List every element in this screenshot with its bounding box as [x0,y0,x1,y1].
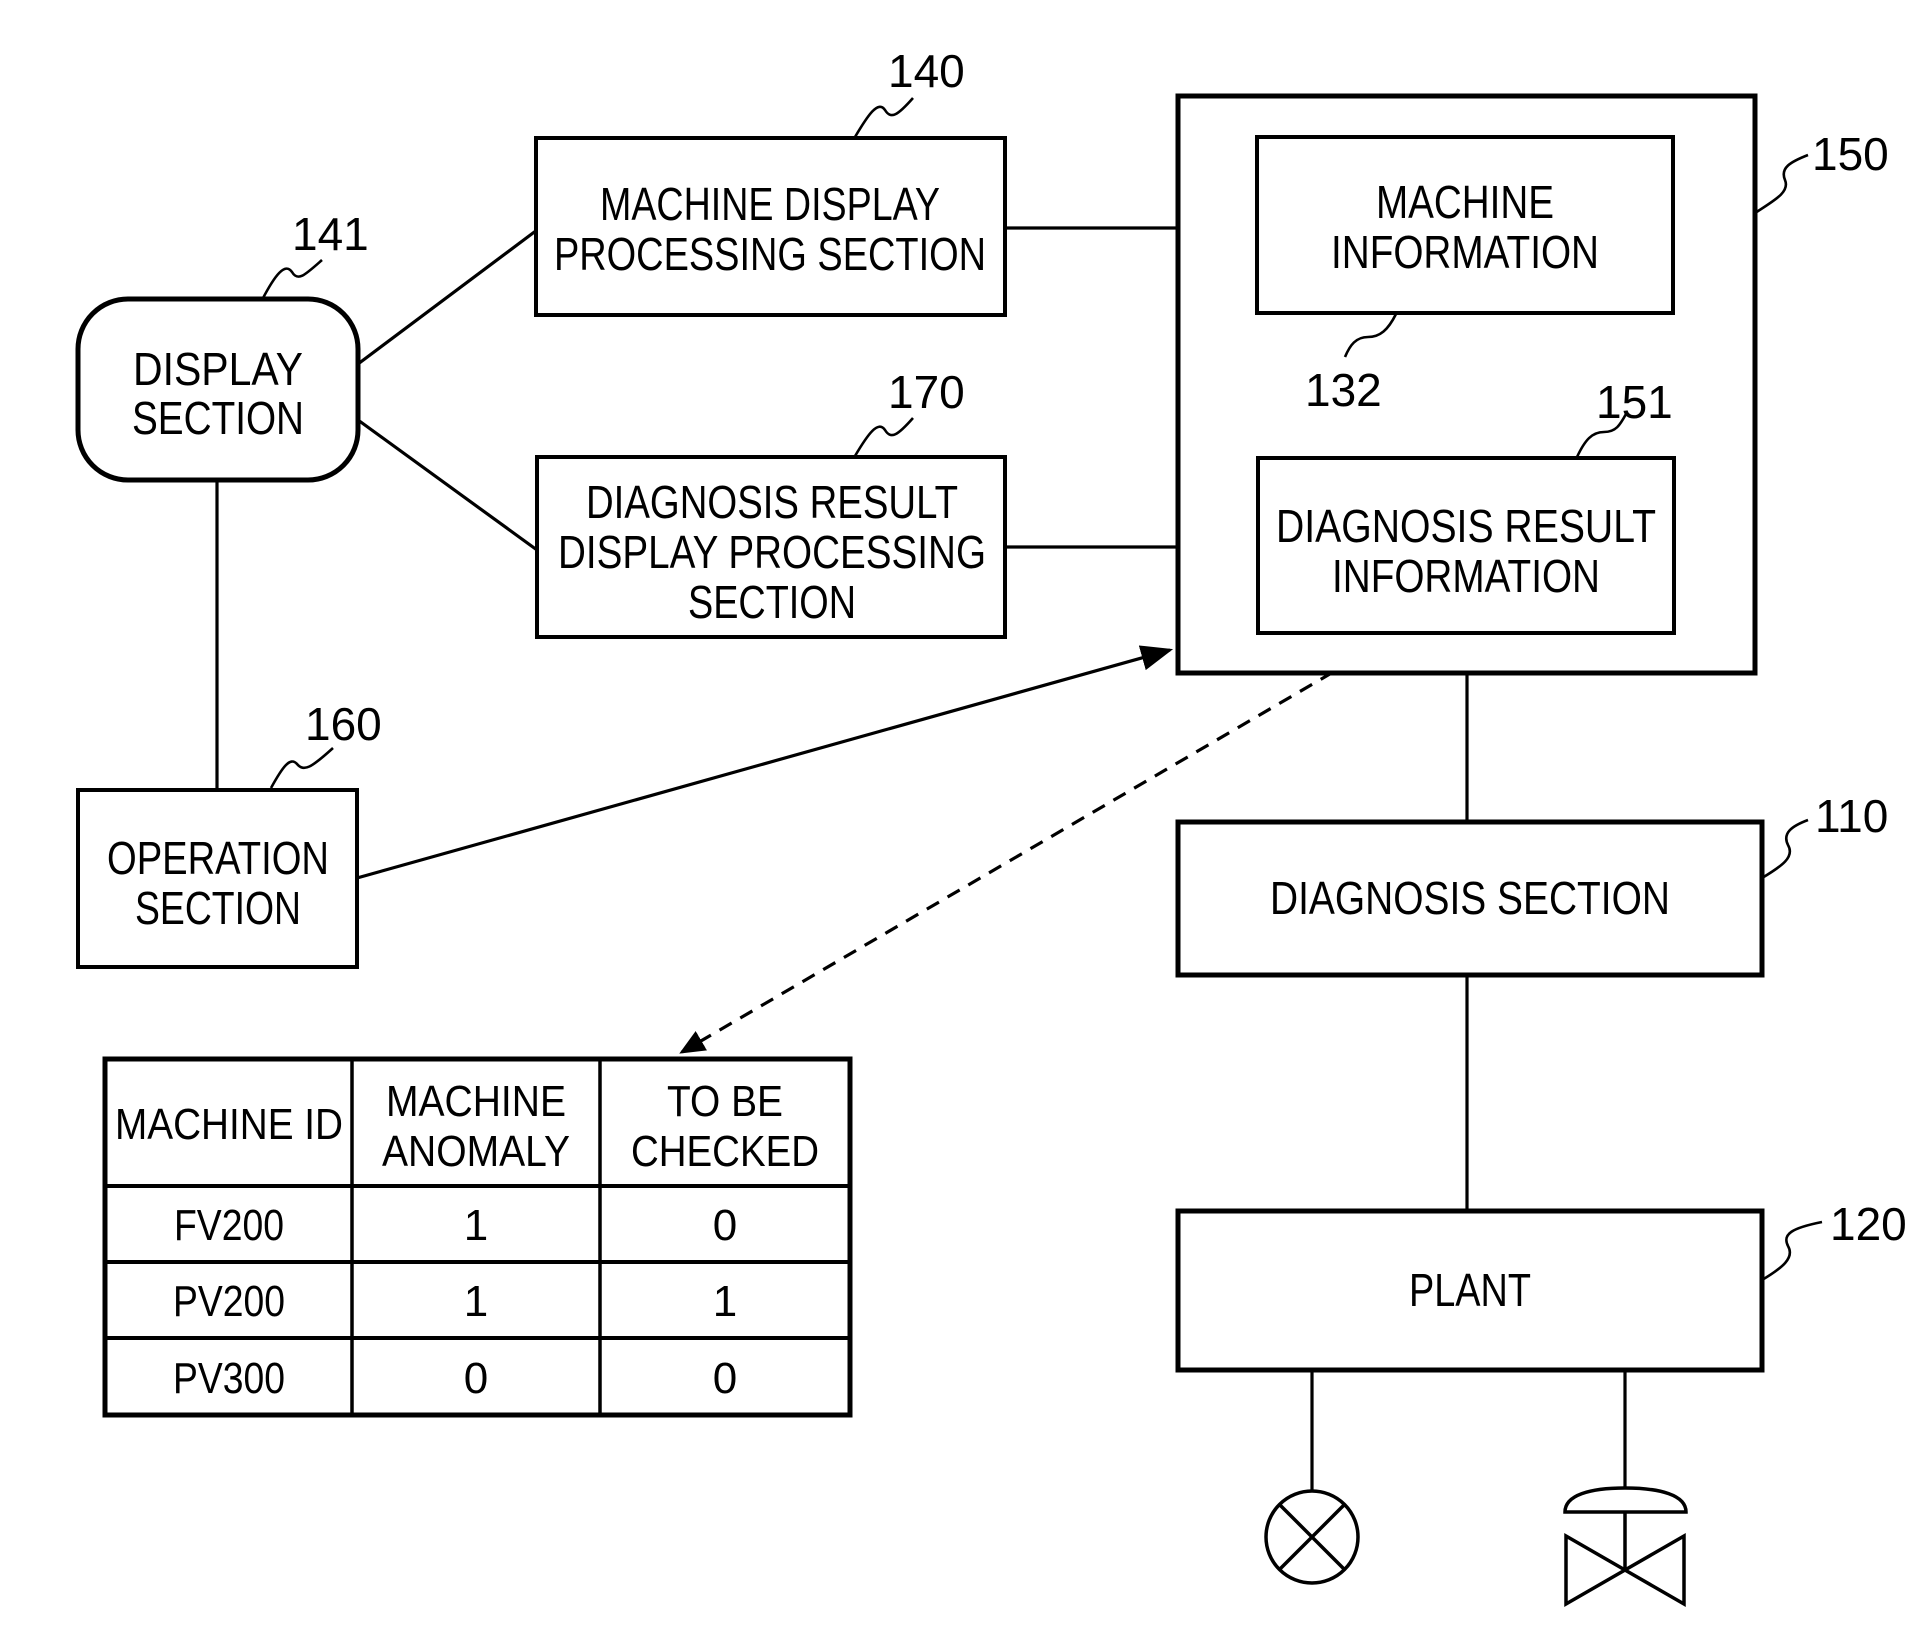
table-header-machine-id: MACHINE ID [115,1100,343,1149]
machine-display-processing-block: MACHINE DISPLAY PROCESSING SECTION 140 [534,45,1007,317]
ref-label-140: 140 [888,45,965,97]
connector-display-to-machine-display [357,228,538,366]
ref-label-151: 151 [1596,376,1673,428]
operation-section-block: OPERATION SECTION 160 [76,698,382,969]
machine-information-line1: MACHINE [1376,176,1554,228]
ref-leader-160 [269,747,334,789]
ref-leader-110 [1761,818,1809,880]
diag-display-processing-line2: DISPLAY PROCESSING [558,526,986,578]
arrow-operation-to-storage [356,645,1174,880]
ref-label-150: 150 [1812,128,1889,180]
ref-label-132: 132 [1305,364,1382,416]
diagnosis-result-information-line1: DIAGNOSIS RESULT [1276,500,1656,552]
table-cell-machine-anomaly: 1 [464,1277,488,1326]
table-cell-machine-id: PV300 [173,1354,285,1403]
diagnosis-section-label: DIAGNOSIS SECTION [1270,872,1670,924]
ref-leader-150 [1754,153,1809,215]
ref-leader-141 [260,259,323,301]
ref-label-160: 160 [305,698,382,750]
table-header-machine-anomaly-line2: ANOMALY [382,1127,570,1176]
diagnosis-section-block: DIAGNOSIS SECTION 110 [1175,790,1888,978]
connector-display-to-diag-display [357,418,538,552]
table-cell-machine-anomaly: 1 [464,1201,488,1250]
ref-label-141: 141 [292,208,369,260]
table-cell-machine-id: FV200 [174,1201,284,1250]
table-header-machine-anomaly-line1: MACHINE [386,1077,566,1126]
table-cell-to-be-checked: 0 [713,1201,737,1250]
table-header-to-be-checked-line2: CHECKED [631,1127,819,1176]
diagnosis-result-table: MACHINE ID MACHINE ANOMALY TO BE CHECKED… [102,1056,853,1418]
diagnosis-result-display-processing-block: DIAGNOSIS RESULT DISPLAY PROCESSING SECT… [535,366,1007,639]
table-cell-to-be-checked: 0 [713,1354,737,1403]
operation-section-line1: OPERATION [107,832,329,884]
ref-leader-140 [853,97,914,138]
ref-label-120: 120 [1830,1198,1907,1250]
display-section-label-line2: SECTION [132,392,304,444]
storage-block: 150 MACHINE INFORMATION 132 DIAGNOSIS RE… [1175,93,1889,676]
plant-label: PLANT [1409,1264,1531,1316]
table-cell-machine-id: PV200 [173,1277,285,1326]
machine-display-processing-line2: PROCESSING SECTION [554,228,986,280]
control-valve-icon [1563,1486,1688,1608]
display-section-label-line1: DISPLAY [133,343,303,395]
ref-label-110: 110 [1815,790,1888,842]
display-section-block: DISPLAY SECTION 141 [75,208,369,483]
plant-block: PLANT 120 [1175,1198,1907,1373]
table-cell-machine-anomaly: 0 [464,1354,488,1403]
table-header-to-be-checked-line1: TO BE [667,1077,783,1126]
ref-label-170: 170 [888,366,965,418]
diag-display-processing-line1: DIAGNOSIS RESULT [586,476,958,528]
diag-display-processing-line3: SECTION [688,576,856,628]
sensor-x-circle-icon [1264,1489,1360,1585]
machine-information-line2: INFORMATION [1331,226,1599,278]
ref-leader-170 [853,417,914,457]
diagnosis-result-information-line2: INFORMATION [1332,550,1600,602]
machine-display-processing-line1: MACHINE DISPLAY [600,178,940,230]
table-cell-to-be-checked: 1 [713,1277,737,1326]
ref-leader-120 [1761,1220,1823,1282]
diagram-canvas: DISPLAY SECTION 141 MACHINE DISPLAY PROC… [75,45,1907,1608]
operation-section-line2: SECTION [135,882,301,934]
